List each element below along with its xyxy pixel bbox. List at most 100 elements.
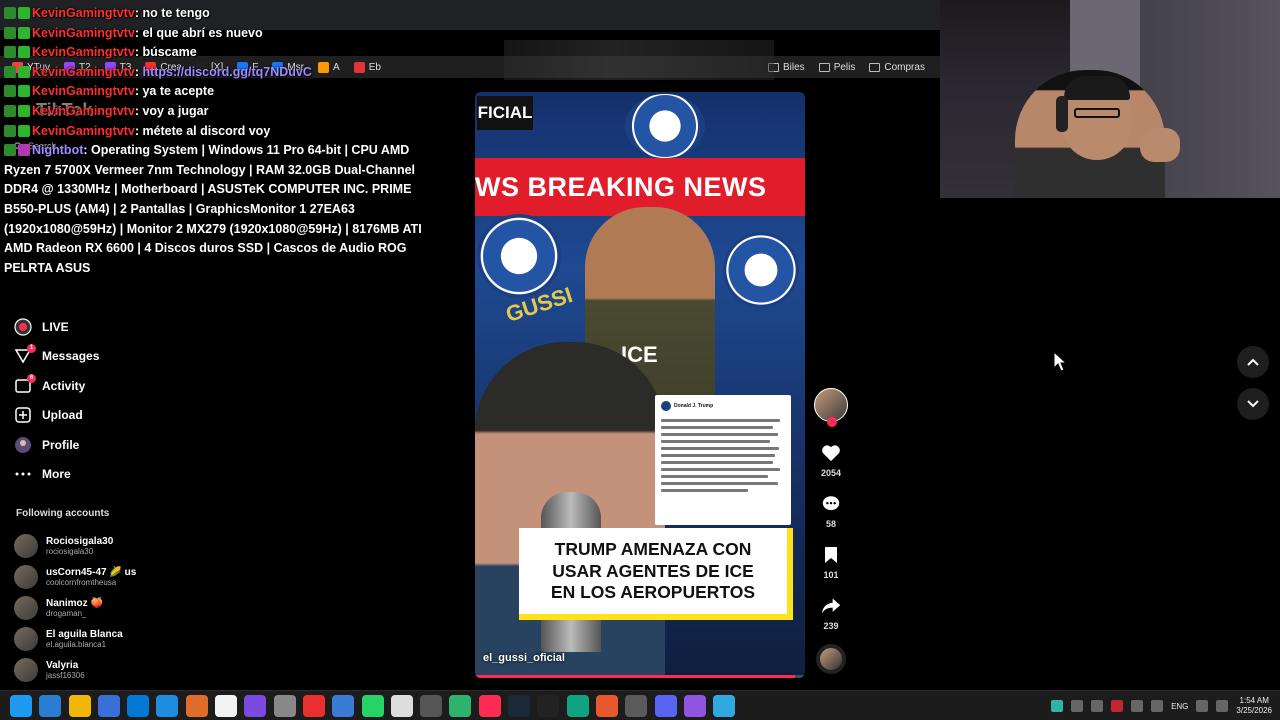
taskbar-app-icon[interactable] — [654, 695, 677, 717]
creator-avatar[interactable] — [814, 388, 848, 427]
taskbar-app-icon[interactable] — [390, 695, 413, 717]
taskbar-app-icon[interactable] — [302, 695, 325, 717]
language-indicator[interactable]: ENG — [1171, 702, 1188, 711]
account-handle: jassf16306 — [46, 670, 85, 680]
mod-badge-icon — [4, 7, 16, 19]
account-text: usCorn45-47 🌽 us coolcornfromtheusa — [46, 567, 136, 587]
chat-link[interactable]: https://discord.gg/tq7NDuvC — [142, 65, 311, 79]
taskbar-app-icon[interactable] — [361, 695, 384, 717]
taskbar-app-icon[interactable] — [683, 695, 706, 717]
taskbar-app-icon[interactable] — [68, 695, 91, 717]
following-account[interactable]: Valyria jassf16306 — [14, 654, 214, 685]
sidebar-item-messages[interactable]: 1 Messages — [14, 342, 214, 372]
dhs-seal-left — [477, 214, 561, 298]
taskbar-app-icon[interactable] — [713, 695, 736, 717]
chat-username[interactable]: Nightbot — [32, 143, 83, 157]
sidebar-item-profile[interactable]: Profile — [14, 430, 214, 460]
sidebar-item-label: Activity — [42, 378, 86, 393]
like-button[interactable] — [818, 440, 844, 466]
verified-badge-icon — [18, 104, 30, 117]
chat-username[interactable]: KevinGamingtvtv — [32, 124, 135, 138]
taskbar-app-icon[interactable] — [332, 695, 355, 717]
chat-message: Nightbot: Operating System | Windows 11 … — [4, 141, 424, 278]
taskbar-app-icon[interactable] — [39, 695, 62, 717]
chat-username[interactable]: KevinGamingtvtv — [32, 84, 135, 98]
comment-button[interactable] — [818, 491, 844, 517]
video-progress-bar[interactable] — [475, 675, 805, 678]
taskbar-app-icon[interactable] — [244, 695, 267, 717]
mod-badge-icon — [4, 124, 16, 137]
taskbar-app-icon[interactable] — [478, 695, 501, 717]
taskbar-app-icon[interactable] — [215, 695, 238, 717]
chat-message: KevinGamingtvtv: ya te acepte — [4, 82, 424, 102]
bookmark-folder[interactable]: Pelis — [818, 62, 855, 73]
video-player[interactable]: FICIAL WS BREAKING NEWS ICE GUSSI Donald… — [475, 92, 805, 678]
taskbar-app-icon[interactable] — [625, 695, 648, 717]
chat-username[interactable]: KevinGamingtvtv — [32, 65, 135, 79]
verified-badge-icon — [18, 46, 30, 59]
streamer-hand — [1140, 128, 1180, 162]
taskbar-app-icon[interactable] — [420, 695, 443, 717]
sidebar-item-activity[interactable]: 6 Activity — [14, 371, 214, 401]
chat-message: KevinGamingtvtv: no te tengo — [4, 4, 424, 24]
sidebar-item-label: Messages — [42, 349, 100, 364]
taskbar-app-icon[interactable] — [508, 695, 531, 717]
avatar — [14, 533, 38, 558]
taskbar-app-icon[interactable] — [185, 695, 208, 717]
tray-app-icon[interactable] — [1111, 700, 1124, 712]
taskbar-clock[interactable]: 1:54 AM 3/25/2026 — [1236, 696, 1272, 716]
taskbar-app-icon[interactable] — [273, 695, 296, 717]
taskbar-app-icon[interactable] — [127, 695, 150, 717]
taskbar-app-icon[interactable] — [156, 695, 179, 717]
verified-badge-icon — [18, 85, 30, 98]
chat-username[interactable]: KevinGamingtvtv — [32, 6, 135, 20]
video-nav-arrows — [1237, 346, 1269, 420]
dhs-seal-right — [723, 232, 799, 308]
sound-disc[interactable] — [816, 644, 846, 674]
taskbar-apps — [10, 695, 736, 717]
network-icon[interactable] — [1196, 700, 1209, 712]
activity-icon: 6 — [14, 373, 36, 395]
clock-time: 1:54 AM — [1239, 696, 1269, 705]
windows-start-icon[interactable] — [10, 695, 32, 717]
bookmark-folder[interactable]: Compras — [869, 62, 925, 73]
following-account[interactable]: Rociosigala30 rociosigala30 — [14, 530, 214, 561]
tray-app-icon[interactable] — [1051, 700, 1064, 712]
mic-icon[interactable] — [1151, 700, 1164, 712]
previous-video-button[interactable] — [1237, 346, 1269, 378]
stream-label-bar — [504, 40, 774, 80]
next-video-button[interactable] — [1237, 388, 1269, 420]
tray-app-icon[interactable] — [1091, 700, 1104, 712]
folder-icon — [869, 62, 881, 72]
following-accounts-list: Rociosigala30 rociosigala30 usCorn45-47 🌽 … — [14, 530, 214, 685]
follow-plus-icon[interactable] — [827, 417, 837, 427]
share-button[interactable] — [818, 593, 844, 619]
chevron-down-icon — [1247, 400, 1259, 408]
taskbar-app-icon[interactable] — [537, 695, 560, 717]
taskbar-app-icon[interactable] — [449, 695, 472, 717]
video-author[interactable]: el_gussi_oficial — [483, 652, 565, 664]
taskbar-app-icon[interactable] — [97, 695, 120, 717]
taskbar-app-icon[interactable] — [566, 695, 589, 717]
account-name: El aguila Blanca — [46, 628, 123, 640]
following-account[interactable]: usCorn45-47 🌽 us coolcornfromtheusa — [14, 561, 214, 592]
volume-icon[interactable] — [1216, 700, 1229, 712]
sidebar-item-upload[interactable]: Upload — [14, 401, 214, 431]
save-button[interactable] — [818, 542, 844, 568]
tray-app-icon[interactable] — [1071, 700, 1084, 712]
mod-badge-icon — [4, 85, 16, 98]
chat-username[interactable]: KevinGamingtvtv — [32, 26, 135, 40]
dhs-seal — [625, 94, 705, 158]
sidebar-item-more[interactable]: More — [14, 460, 214, 490]
verified-badge-icon — [18, 26, 30, 39]
following-account[interactable]: Nanimoz 🍑 drogaman_ — [14, 592, 214, 623]
sidebar-item-live[interactable]: LIVE — [14, 312, 214, 342]
chat-username[interactable]: KevinGamingtvtv — [32, 45, 135, 59]
chat-username[interactable]: KevinGamingtvtv — [32, 104, 135, 118]
chat-text: : métete al discord voy — [134, 123, 271, 138]
taskbar-app-icon[interactable] — [595, 695, 618, 717]
avatar — [14, 595, 38, 620]
account-name: Valyria — [46, 659, 79, 671]
following-account[interactable]: El aguila Blanca el.aguila.blanca1 — [14, 623, 214, 654]
tray-app-icon[interactable] — [1131, 700, 1144, 712]
